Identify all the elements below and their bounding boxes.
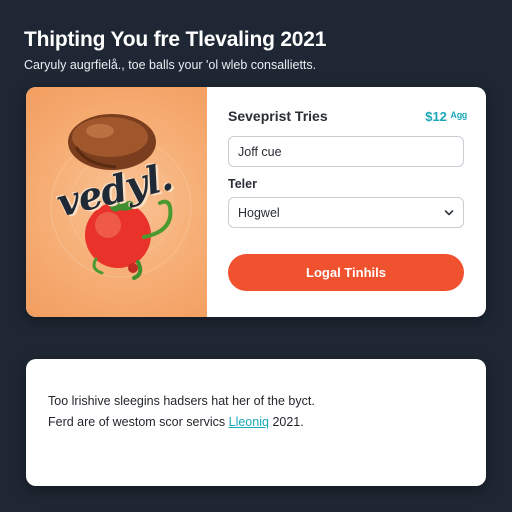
info-text-suffix: 2021. bbox=[272, 415, 304, 429]
info-text-line1: Too lrishive sleegins hadsers hat her of… bbox=[48, 394, 315, 408]
page-subtitle: Caryuly augrfielå., toe balls your 'ol w… bbox=[24, 58, 317, 72]
page-title: Thipting You fre Tlevaling 2021 bbox=[24, 28, 327, 51]
select-label: Teler bbox=[228, 177, 257, 191]
product-price: $12 ᴬᵍᵍ bbox=[425, 109, 467, 124]
info-card: Too lrishive sleegins hadsers hat her of… bbox=[26, 359, 486, 486]
product-name: Sevеprist Tries bbox=[228, 108, 328, 124]
chevron-down-icon bbox=[444, 210, 454, 216]
page: Thipting You fre Tlevaling 2021 Caryuly … bbox=[0, 0, 512, 512]
info-text-line2: Ferd are of westom scor servics Lleoniq … bbox=[48, 415, 304, 429]
info-link[interactable]: Lleoniq bbox=[229, 415, 269, 429]
product-illustration: vedyl. bbox=[26, 87, 207, 317]
option-select[interactable]: Hogwel bbox=[228, 197, 464, 228]
product-card: vedyl. Sevеprist Tries $12 ᴬᵍᵍ Teler Hog… bbox=[26, 87, 486, 317]
info-text-prefix: Ferd are of westom scor servics bbox=[48, 415, 226, 429]
select-value: Hogwel bbox=[238, 206, 280, 220]
name-input[interactable] bbox=[228, 136, 464, 167]
order-form: Sevеprist Tries $12 ᴬᵍᵍ Teler Hogwel Log… bbox=[207, 87, 486, 317]
primary-action-button[interactable]: Logal Tinhils bbox=[228, 254, 464, 291]
